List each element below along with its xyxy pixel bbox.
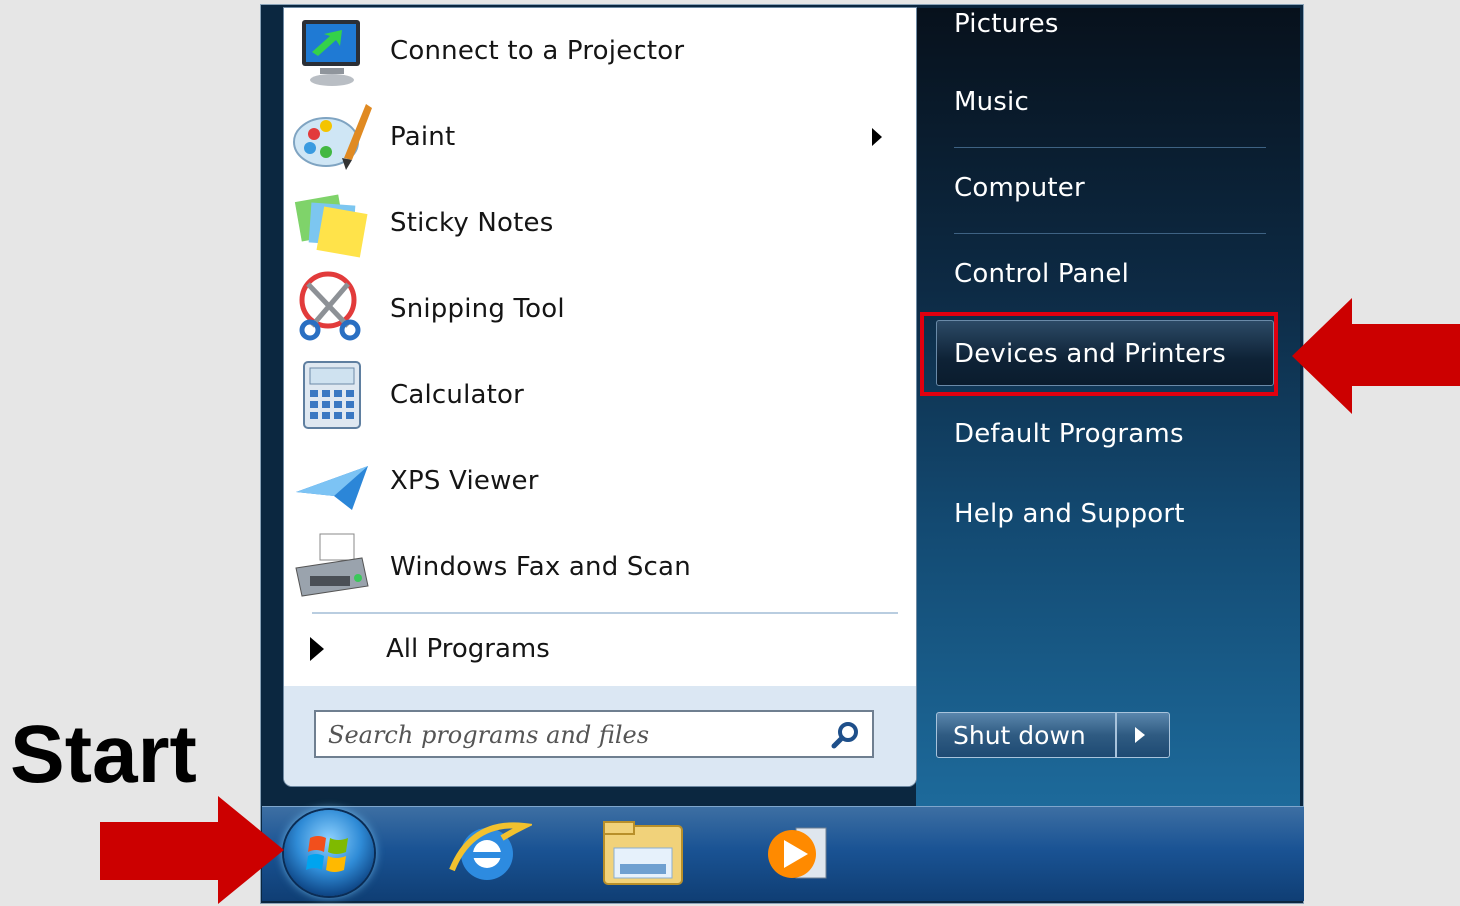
program-snipping-tool[interactable]: Snipping Tool [290, 270, 910, 348]
program-calculator[interactable]: Calculator [290, 356, 910, 434]
fax-scan-icon [290, 528, 374, 606]
shut-down-button[interactable]: Shut down [936, 712, 1116, 758]
program-label: XPS Viewer [390, 466, 539, 496]
right-column-divider [954, 233, 1266, 234]
start-orb[interactable] [284, 810, 374, 896]
submenu-arrow-icon[interactable] [872, 128, 882, 146]
start-label: Start [10, 709, 197, 800]
program-list-divider [312, 612, 898, 614]
paint-icon [290, 98, 374, 176]
media-player-icon[interactable] [752, 812, 842, 894]
expand-arrow-icon [310, 637, 324, 661]
menu-item-music[interactable]: Music [954, 82, 1029, 122]
menu-item-computer[interactable]: Computer [954, 168, 1085, 208]
windows-logo-icon [306, 836, 348, 872]
program-xps-viewer[interactable]: XPS Viewer [290, 442, 910, 520]
menu-item-pictures[interactable]: Pictures [954, 4, 1059, 44]
projector-icon [290, 12, 374, 90]
program-label: Windows Fax and Scan [390, 552, 691, 582]
search-icon[interactable] [830, 720, 860, 750]
program-label: Snipping Tool [390, 294, 565, 324]
snipping-tool-icon [290, 270, 374, 348]
right-column-divider [954, 147, 1266, 148]
program-label: Sticky Notes [390, 208, 554, 238]
xps-viewer-icon [290, 442, 374, 520]
program-label: Paint [390, 122, 456, 152]
windows-explorer-icon[interactable] [598, 812, 688, 894]
highlight-outline [920, 312, 1278, 396]
start-pointer-arrow [100, 796, 284, 904]
menu-item-default-programs[interactable]: Default Programs [954, 414, 1184, 454]
search-box[interactable] [314, 710, 874, 758]
search-input[interactable] [326, 718, 810, 752]
program-connect-to-projector[interactable]: Connect to a Projector [290, 12, 910, 90]
devices-pointer-arrow [1292, 298, 1460, 414]
calculator-icon [290, 356, 374, 434]
all-programs-label: All Programs [386, 634, 550, 664]
sticky-notes-icon [290, 184, 374, 262]
shut-down-options-button[interactable] [1116, 712, 1170, 758]
menu-item-help-and-support[interactable]: Help and Support [954, 494, 1185, 534]
start-menu-right-pane [916, 8, 1300, 806]
internet-explorer-icon[interactable] [442, 812, 535, 894]
program-paint[interactable]: Paint [290, 98, 910, 176]
menu-item-control-panel[interactable]: Control Panel [954, 254, 1129, 294]
program-label: Connect to a Projector [390, 36, 685, 66]
program-windows-fax-and-scan[interactable]: Windows Fax and Scan [290, 528, 910, 606]
arrow-right-icon [1135, 727, 1145, 743]
program-label: Calculator [390, 380, 525, 410]
program-sticky-notes[interactable]: Sticky Notes [290, 184, 910, 262]
all-programs-button[interactable]: All Programs [300, 626, 550, 672]
